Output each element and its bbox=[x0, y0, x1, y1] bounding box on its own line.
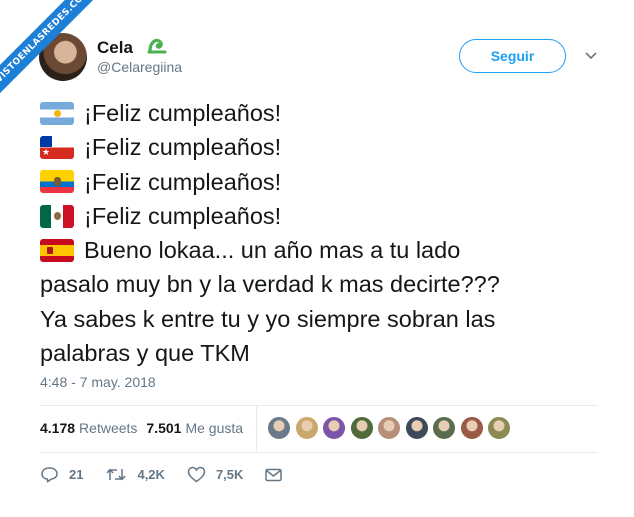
retweets-label: Retweets bbox=[79, 420, 138, 436]
tweet-line-text: ¡Feliz cumpleaños! bbox=[84, 134, 282, 161]
tweet-line: ¡Feliz cumpleaños! bbox=[40, 199, 610, 233]
mexico-flag-icon bbox=[40, 204, 74, 228]
liker-avatar[interactable] bbox=[377, 416, 401, 440]
liker-avatar[interactable] bbox=[294, 416, 319, 440]
snake-emoji-icon bbox=[147, 38, 167, 54]
like-button[interactable]: 7,5K bbox=[187, 466, 243, 483]
reply-button[interactable]: 21 bbox=[40, 466, 83, 483]
direct-message-button[interactable] bbox=[265, 468, 292, 482]
tweet-stats: 4.178 Retweets 7.501 Me gusta bbox=[40, 420, 252, 436]
spain-flag-icon bbox=[40, 238, 74, 262]
liker-avatar[interactable] bbox=[404, 416, 429, 440]
tweet-line-text: palabras y que TKM bbox=[40, 340, 250, 367]
ecuador-flag-icon bbox=[40, 170, 74, 194]
likes-stat[interactable]: 7.501 Me gusta bbox=[146, 420, 243, 436]
tweet-text: ¡Feliz cumpleaños! ¡Feliz cumpleaños! ¡F… bbox=[40, 96, 610, 370]
liker-avatar[interactable] bbox=[487, 416, 511, 440]
likes-label: Me gusta bbox=[185, 420, 244, 436]
tweet-line-text: pasalo muy bn y la verdad k mas decirte?… bbox=[40, 271, 500, 298]
reply-count: 21 bbox=[69, 467, 84, 482]
liker-avatar[interactable] bbox=[267, 416, 291, 440]
heart-icon bbox=[187, 466, 206, 483]
chile-flag-icon bbox=[40, 135, 74, 159]
liker-avatar[interactable] bbox=[322, 416, 346, 440]
liker-avatar[interactable] bbox=[432, 416, 456, 440]
liker-avatars bbox=[267, 416, 515, 440]
likes-count: 7.501 bbox=[146, 420, 182, 436]
tweet-line: ¡Feliz cumpleaños! bbox=[40, 130, 610, 164]
tweet-line: ¡Feliz cumpleaños! bbox=[40, 165, 610, 199]
retweet-count: 4,2K bbox=[137, 467, 165, 482]
watermark-ribbon: VISTOENLASREDES.COM bbox=[0, 0, 110, 110]
tweet-line-text: ¡Feliz cumpleaños! bbox=[84, 168, 282, 195]
tweet-actions: 21 4,2K 7,5K bbox=[40, 466, 314, 483]
divider bbox=[256, 406, 257, 451]
retweets-count: 4.178 bbox=[40, 420, 76, 436]
divider bbox=[40, 452, 598, 453]
divider bbox=[40, 405, 598, 406]
tweet-line-text: ¡Feliz cumpleaños! bbox=[84, 202, 282, 229]
retweet-button[interactable]: 4,2K bbox=[105, 466, 165, 483]
tweet-line-text: Ya sabes k entre tu y yo siempre sobran … bbox=[40, 305, 496, 332]
follow-button[interactable]: Seguir bbox=[459, 39, 566, 73]
tweet-timestamp[interactable]: 4:48 - 7 may. 2018 bbox=[40, 374, 156, 390]
like-count: 7,5K bbox=[215, 467, 244, 482]
chevron-down-icon[interactable] bbox=[584, 48, 598, 62]
tweet-line-text: Bueno lokaa... un año mas a tu lado bbox=[84, 237, 461, 264]
envelope-icon bbox=[265, 468, 283, 481]
liker-avatar[interactable] bbox=[459, 416, 484, 440]
liker-avatar[interactable] bbox=[349, 416, 374, 440]
tweet-line-text: ¡Feliz cumpleaños! bbox=[84, 100, 282, 126]
tweet-line: ¡Feliz cumpleaños! bbox=[40, 96, 610, 130]
reply-icon bbox=[41, 467, 58, 483]
tweet-line: Bueno lokaa... un año mas a tu lado bbox=[40, 233, 610, 267]
retweets-stat[interactable]: 4.178 Retweets bbox=[40, 420, 137, 436]
retweet-icon bbox=[106, 468, 127, 481]
watermark-text: VISTOENLASREDES.COM bbox=[0, 0, 110, 104]
